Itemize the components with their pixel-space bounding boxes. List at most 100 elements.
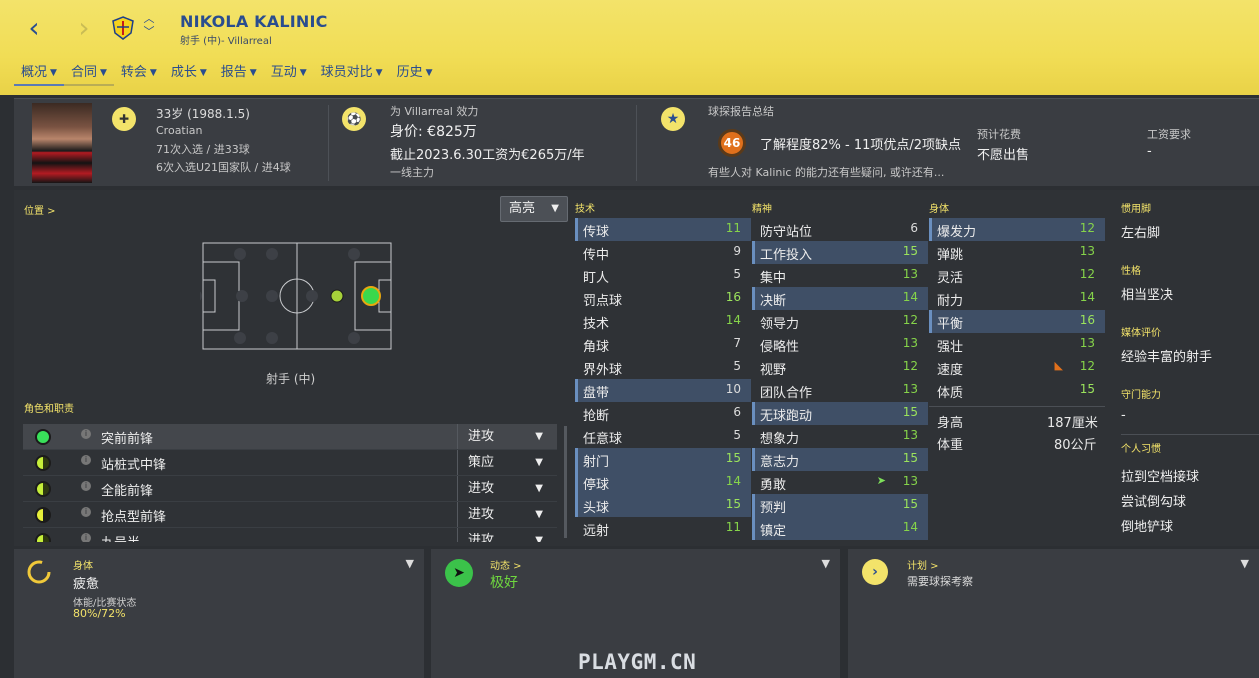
attribute-row[interactable]: 抢断 6 [575,402,751,425]
attribute-row[interactable]: 盯人 5 [575,264,751,287]
tab-5[interactable]: 互动 ▼ [264,62,314,86]
attribute-row[interactable]: 勇敢 13 ➤ [752,471,928,494]
forward-arrow-icon[interactable]: › [72,14,96,44]
attribute-row[interactable]: 盘带 10 [575,379,751,402]
info-icon[interactable]: i [81,455,91,465]
attribute-name: 想象力 [760,432,800,447]
chevron-down-icon: ▼ [249,68,257,78]
fee-value: 不愿出售 [977,148,1030,163]
role-row[interactable]: i 九号半 进攻 ▼ [23,528,557,542]
highlight-marker [752,494,755,517]
scout-ability-badge: 46 [718,129,746,157]
contract-info: 截止2023.6.30工资为€265万/年 [390,148,585,163]
role-row[interactable]: i 站桩式中锋 策应 ▼ [23,450,557,476]
attribute-row[interactable]: 头球 15 [575,494,751,517]
tab-7[interactable]: 历史 ▼ [390,62,440,86]
tab-3[interactable]: 成长 ▼ [164,62,214,86]
attribute-rise-arrow-icon: ➤ [876,474,886,487]
attribute-row[interactable]: 决断 14 [752,287,928,310]
attribute-row[interactable]: 传中 9 [575,241,751,264]
role-row[interactable]: i 突前前锋 进攻 ▼ [23,424,557,450]
attribute-name: 头球 [583,501,610,516]
tab-4[interactable]: 报告 ▼ [214,62,264,86]
attribute-row[interactable]: 射门 15 [575,448,751,471]
attribute-row[interactable]: 视野 12 [752,356,928,379]
chevron-down-icon[interactable]: ▼ [1241,557,1249,570]
attribute-row[interactable]: 速度 12 ◣ [929,356,1105,379]
role-row[interactable]: i 抢点型前锋 进攻 ▼ [23,502,557,528]
info-icon[interactable]: i [81,429,91,439]
attribute-row[interactable]: 停球 14 [575,471,751,494]
foot-label: 惯用脚 [1121,204,1151,215]
roles-scrollbar[interactable] [564,426,567,538]
nation-flag-icon: ✚ [112,107,136,131]
attribute-name: 决断 [760,294,787,309]
attribute-value: 13 [902,267,918,281]
info-icon[interactable]: i [81,481,91,491]
tab-label: 成长 [170,65,197,80]
attribute-value: 15 [902,244,918,258]
attribute-name: 无球跑动 [760,409,813,424]
attribute-row[interactable]: 意志力 15 [752,448,928,471]
attribute-row[interactable]: 防守站位 6 [752,218,928,241]
attribute-row[interactable]: 传球 11 [575,218,751,241]
tab-1[interactable]: 合同 ▼ [63,62,114,86]
attribute-row[interactable]: 技术 14 [575,310,751,333]
role-row[interactable]: i 全能前锋 进攻 ▼ [23,476,557,502]
duty-dropdown[interactable]: 策应 ▼ [457,450,555,475]
attribute-row[interactable]: 预判 15 [752,494,928,517]
attribute-row[interactable]: 想象力 13 [752,425,928,448]
tab-label: 互动 [270,65,297,80]
attribute-value: 5 [733,267,741,281]
attribute-value: 14 [1079,290,1095,304]
scout-summary[interactable]: 了解程度82% - 11项优点/2项缺点 [760,134,961,153]
info-icon[interactable]: i [81,507,91,517]
dynamics-label[interactable]: 动态 > [490,557,522,572]
attribute-row[interactable]: 集中 13 [752,264,928,287]
habits-label: 个人习惯 [1121,444,1161,455]
attribute-row[interactable]: 弹跳 13 [929,241,1105,264]
highlight-marker [575,494,578,517]
chevron-down-icon[interactable]: ▼ [406,557,414,570]
attribute-row[interactable]: 罚点球 16 [575,287,751,310]
attribute-row[interactable]: 爆发力 12 [929,218,1105,241]
tab-6[interactable]: 球员对比 ▼ [314,62,390,86]
duty-dropdown[interactable]: 进攻 ▼ [457,476,555,501]
plan-label[interactable]: 计划 > [907,557,939,572]
attribute-value: 15 [902,405,918,419]
role-rating-icon [35,429,51,445]
info-icon[interactable]: i [81,533,91,542]
tab-0[interactable]: 概况 ▼ [14,62,64,86]
attribute-row[interactable]: 角球 7 [575,333,751,356]
chevron-down-icon[interactable]: ▼ [822,557,830,570]
attribute-row[interactable]: 界外球 5 [575,356,751,379]
player-switch-icon[interactable]: ︿ ﹀ [142,12,156,38]
attribute-row[interactable]: 工作投入 15 [752,241,928,264]
attribute-row[interactable]: 镇定 14 [752,517,928,540]
attribute-row[interactable]: 任意球 5 [575,425,751,448]
attribute-row[interactable]: 强壮 13 [929,333,1105,356]
duty-dropdown[interactable]: 进攻 ▼ [457,502,555,527]
position-label[interactable]: 位置 > [24,202,56,217]
attribute-row[interactable]: 平衡 16 [929,310,1105,333]
attribute-row[interactable]: 耐力 14 [929,287,1105,310]
attribute-row[interactable]: 侵略性 13 [752,333,928,356]
back-arrow-icon[interactable]: ‹ [22,14,46,44]
plan-card[interactable]: › 计划 > 需要球探考察 ▼ [848,549,1259,678]
attribute-row[interactable]: 灵活 12 [929,264,1105,287]
duty-dropdown[interactable]: 进攻 ▼ [457,528,555,542]
attribute-name: 灵活 [937,271,964,286]
highlight-dropdown[interactable]: 高亮 ▼ [500,196,568,222]
tab-2[interactable]: 转会 ▼ [114,62,164,86]
position-pitch [200,242,392,350]
duty-dropdown[interactable]: 进攻 ▼ [457,424,555,449]
attribute-row[interactable]: 领导力 12 [752,310,928,333]
attribute-row[interactable]: 远射 11 [575,517,751,540]
attribute-row[interactable]: 体质 15 [929,379,1105,402]
fatigue-gauge-icon [27,560,51,584]
attribute-row[interactable]: 团队合作 13 [752,379,928,402]
condition-card[interactable]: 身体 疲惫 体能/比赛状态 80%/72% ▼ [14,549,424,678]
attribute-value: 15 [725,497,741,511]
attribute-row[interactable]: 无球跑动 15 [752,402,928,425]
tab-label: 报告 [220,65,247,80]
